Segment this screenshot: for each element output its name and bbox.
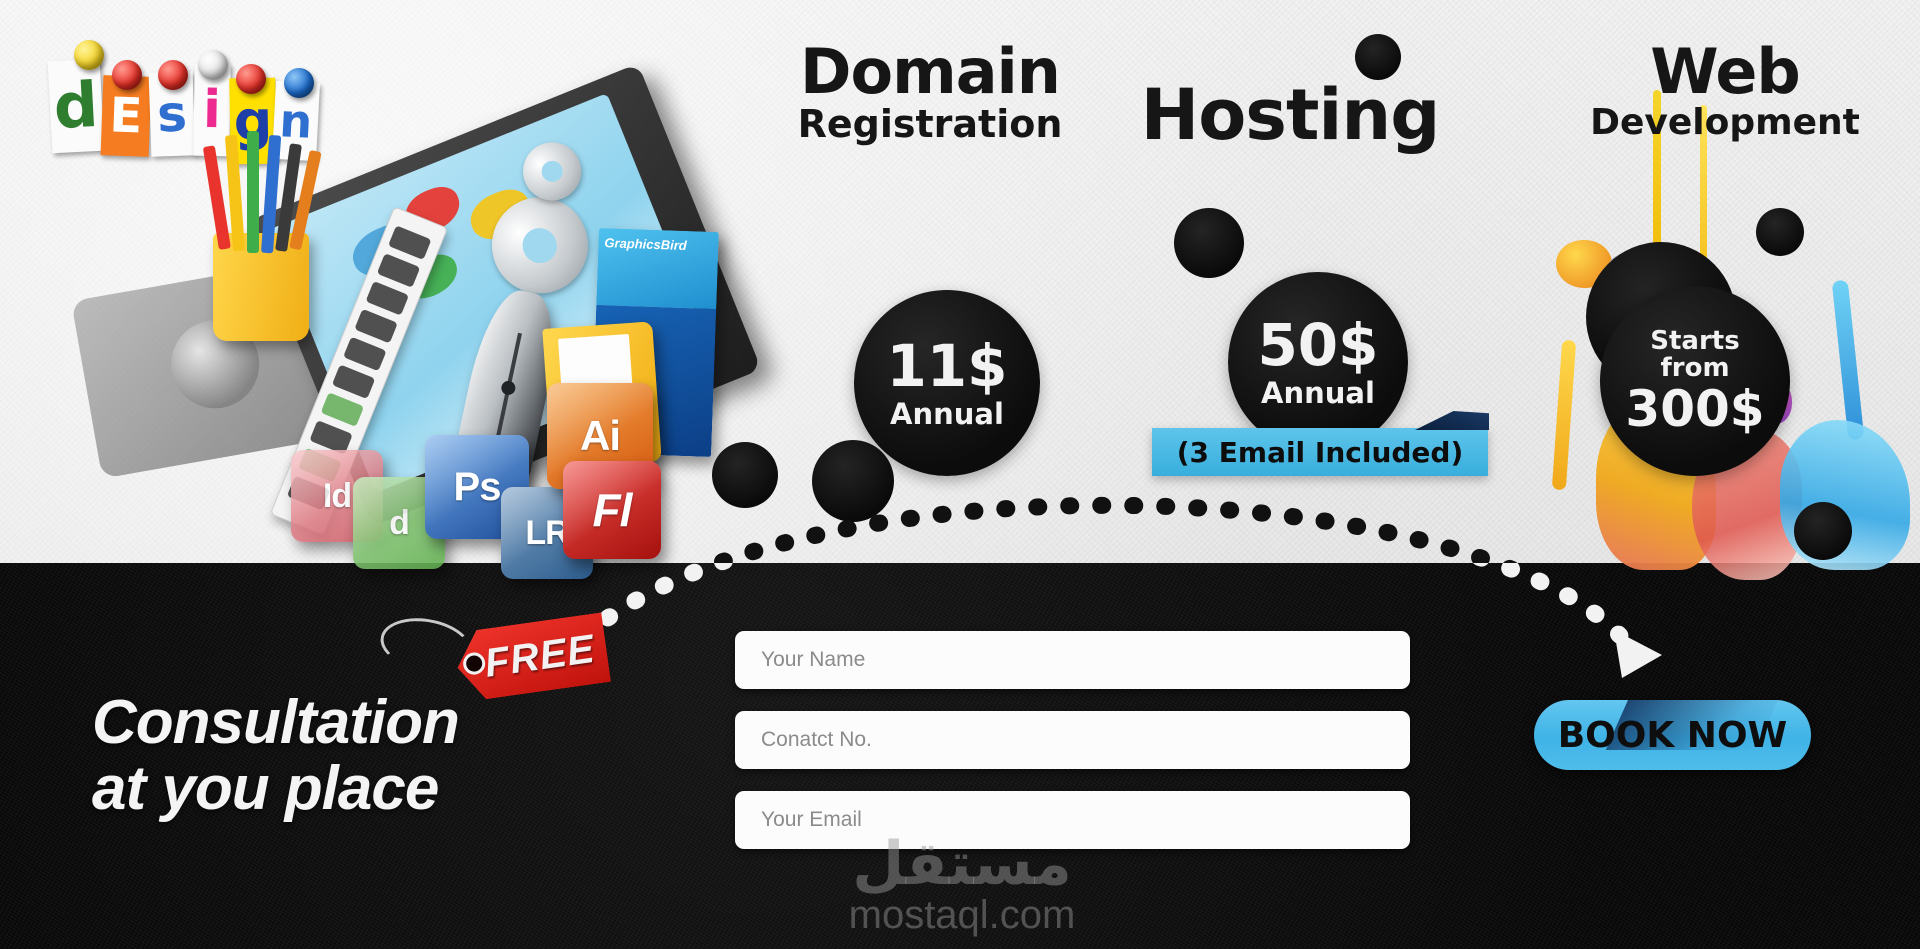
service-title-sub: Development [1590, 101, 1860, 143]
app-cube-label: Ps [453, 464, 502, 509]
logo-pin-red-3 [236, 64, 266, 94]
price-amount: 11$ [886, 331, 1008, 400]
logo-pin-white [198, 50, 228, 80]
ribbon-label: (3 Email Included) [1176, 435, 1464, 469]
headline-line-2: at you place [92, 753, 439, 823]
service-title-web: Web Development [1540, 35, 1910, 143]
email-input[interactable] [735, 791, 1410, 849]
service-title-sub: Registration [797, 101, 1063, 146]
decor-dot [1355, 34, 1401, 80]
logo-pin-red-1 [112, 60, 142, 90]
decor-dot [1174, 208, 1244, 278]
pencil [247, 131, 259, 253]
price-period: Annual [890, 396, 1004, 431]
book-now-button[interactable]: BOOK NOW [1534, 700, 1811, 770]
price-prefix-2: from [1660, 353, 1730, 383]
service-title-hosting: Hosting [1130, 74, 1450, 156]
booking-form [735, 631, 1410, 871]
logo-pin-blue [284, 68, 314, 98]
price-bubble-web: Starts from 300$ [1600, 286, 1790, 476]
design-tools-collage: GraphicsBird Id d Ps LR Ai Fl [71, 63, 762, 579]
price-amount: 50$ [1257, 310, 1379, 379]
app-cube-label: Ai [580, 412, 621, 459]
logo-pin-yellow [74, 40, 104, 70]
headline-line-1: Consultation [92, 688, 460, 757]
contact-input[interactable] [735, 711, 1410, 769]
service-title-main: Hosting [1140, 74, 1441, 156]
service-title-domain: Domain Registration [770, 35, 1090, 146]
decor-dot [812, 440, 894, 522]
decor-dot [1756, 208, 1804, 256]
free-tag-label: FREE [481, 626, 598, 686]
price-amount: 300$ [1625, 380, 1765, 439]
app-cube-flash: Fl [563, 461, 661, 559]
logo-pin-red-2 [158, 60, 188, 90]
email-included-ribbon: (3 Email Included) [1152, 411, 1489, 476]
service-title-main: Web [1650, 35, 1801, 108]
promo-banner: d E s i g n GraphicsBird Id d Ps LR Ai F… [0, 0, 1920, 949]
decor-dot [1794, 502, 1852, 560]
name-input[interactable] [735, 631, 1410, 689]
logo-letter-glyph: d [51, 67, 101, 144]
price-period: Annual [1261, 375, 1375, 410]
price-bubble-hosting: 50$ Annual [1228, 272, 1408, 452]
book-now-label: BOOK NOW [1557, 714, 1788, 756]
price-prefix-1: Starts [1650, 325, 1740, 356]
price-bubble-domain: 11$ Annual [854, 290, 1040, 476]
app-cube-label: Id [322, 476, 352, 515]
service-title-main: Domain [800, 35, 1061, 108]
app-cube-label: d [389, 503, 410, 542]
app-cube-label: Fl [592, 484, 633, 536]
decor-dot [712, 442, 778, 508]
consultation-headline: Consultation at you place [92, 690, 612, 821]
